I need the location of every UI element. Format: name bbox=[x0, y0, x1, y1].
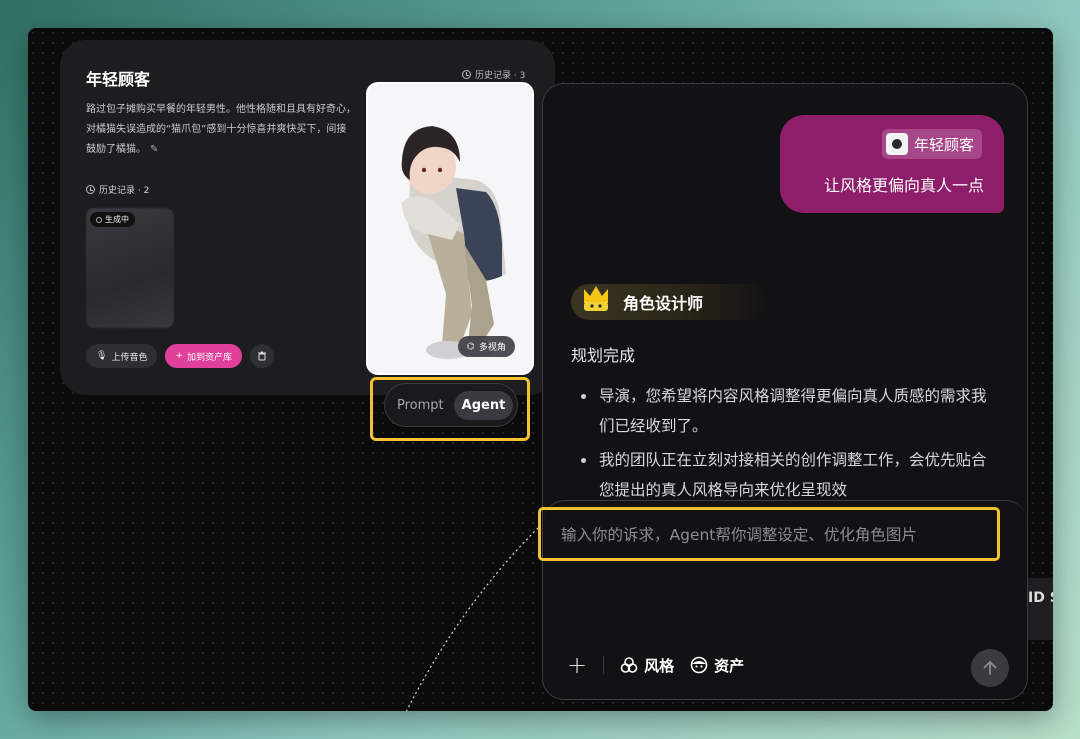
user-character-tag[interactable]: 年轻顾客 bbox=[881, 129, 982, 159]
chat-input-area[interactable]: 输入你的诉求，Agent帮你调整设定、优化角色图片 + 风格 资产 bbox=[538, 500, 1027, 699]
generating-label: 生成中 bbox=[105, 215, 129, 224]
user-message-bubble: 年轻顾客 让风格更偏向真人一点 bbox=[780, 115, 1004, 213]
side-peek-panel[interactable]: ID S bbox=[1028, 578, 1053, 640]
crown-avatar-icon bbox=[584, 286, 608, 311]
plan-status: 规划完成 bbox=[571, 346, 636, 365]
mode-option-agent[interactable]: Agent bbox=[453, 390, 514, 420]
description-text: 路过包子摊购买早餐的年轻男性。他性格随和且具有好奇心，对橘猫失误造成的“猫爪包”… bbox=[86, 104, 356, 155]
cube-icon: ⌬ bbox=[467, 341, 475, 352]
history-link-secondary[interactable]: 历史记录 · 2 bbox=[86, 183, 149, 196]
agent-message-list: 导演，您希望将内容风格调整得更偏向真人质感的需求我们已经收到了。 我的团队正在立… bbox=[581, 381, 1001, 509]
upload-voice-label: 上传音色 bbox=[111, 352, 148, 363]
microphone-icon: 🎙 bbox=[96, 351, 108, 361]
upload-voice-button[interactable]: 🎙 上传音色 bbox=[86, 344, 158, 368]
pencil-icon[interactable]: ✎ bbox=[150, 144, 158, 155]
assets-button[interactable]: 资产 bbox=[690, 655, 744, 676]
add-to-assets-label: 加到资产库 bbox=[187, 352, 233, 363]
multi-view-button[interactable]: ⌬ 多视角 bbox=[458, 336, 515, 357]
character-name: 年轻顾客 bbox=[86, 70, 151, 89]
user-message-text: 让风格更偏向真人一点 bbox=[823, 176, 984, 195]
character-image[interactable] bbox=[366, 82, 534, 375]
asset-face-icon bbox=[690, 656, 708, 674]
history-link-top[interactable]: 历史记录 · 3 bbox=[462, 68, 525, 81]
style-button[interactable]: 风格 bbox=[620, 655, 674, 676]
input-toolbar: + 风格 资产 bbox=[567, 653, 744, 677]
delete-button[interactable] bbox=[250, 344, 275, 368]
list-item: 我的团队正在立刻对接相关的创作调整工作，会优先贴合您提出的真人风格导向来优化呈现… bbox=[581, 445, 1001, 505]
side-peek-text: ID S bbox=[1028, 590, 1053, 606]
send-button[interactable] bbox=[971, 649, 1009, 687]
mode-toggle: Prompt Agent bbox=[384, 383, 518, 427]
arrow-up-icon bbox=[983, 660, 997, 675]
toolbar-divider bbox=[603, 656, 605, 674]
agent-badge: 角色设计师 bbox=[571, 284, 769, 320]
card-actions: 🎙 上传音色 + 加到资产库 bbox=[86, 344, 275, 368]
agent-name: 角色设计师 bbox=[623, 294, 704, 313]
agent-chat-panel: 年轻顾客 让风格更偏向真人一点 角色设计师 规划完成 导演，您希望将内容风格调整… bbox=[538, 83, 1028, 700]
history-count-label-2: 历史记录 · 2 bbox=[99, 186, 150, 196]
style-label: 风格 bbox=[644, 656, 675, 675]
mode-option-prompt[interactable]: Prompt bbox=[389, 391, 452, 420]
history-count-label: 历史记录 · 3 bbox=[475, 71, 526, 81]
character-illustration bbox=[368, 84, 532, 373]
add-attachment-button[interactable]: + bbox=[567, 653, 587, 677]
style-icon bbox=[620, 657, 638, 673]
spinner-icon bbox=[96, 216, 102, 223]
app-canvas: 年轻顾客 历史记录 · 3 路过包子摊购买早餐的年轻男性。他性格随和且具有好奇心… bbox=[28, 28, 1053, 711]
clock-icon bbox=[462, 70, 471, 79]
multi-view-label: 多视角 bbox=[478, 343, 506, 353]
assets-label: 资产 bbox=[714, 656, 745, 675]
list-item: 导演，您希望将内容风格调整得更偏向真人质感的需求我们已经收到了。 bbox=[581, 381, 1001, 441]
generating-badge: 生成中 bbox=[90, 212, 135, 227]
avatar bbox=[885, 133, 908, 155]
add-to-assets-button[interactable]: + 加到资产库 bbox=[165, 344, 243, 368]
character-description: 路过包子摊购买早餐的年轻男性。他性格随和且具有好奇心，对橘猫失误造成的“猫爪包”… bbox=[86, 100, 356, 160]
clock-icon bbox=[86, 185, 95, 194]
chat-input-placeholder[interactable]: 输入你的诉求，Agent帮你调整设定、优化角色图片 bbox=[561, 523, 917, 545]
user-tag-label: 年轻顾客 bbox=[913, 135, 974, 154]
plus-icon: + bbox=[175, 351, 183, 361]
trash-icon bbox=[258, 351, 267, 361]
